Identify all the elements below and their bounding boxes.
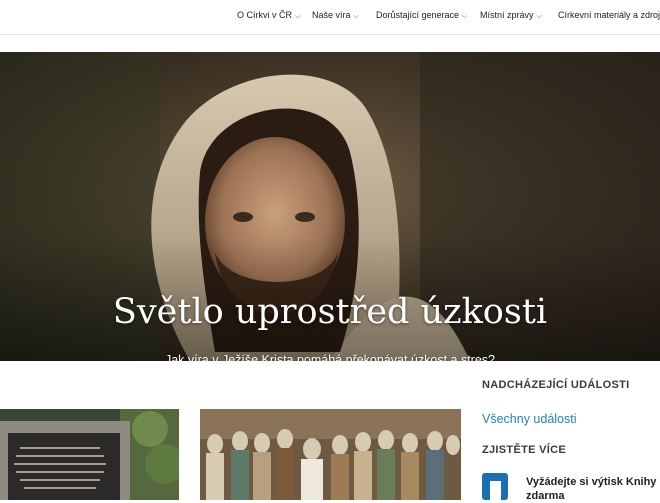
chevron-down-icon: ⌵ [536, 13, 542, 20]
nav-item-nase-vira[interactable]: Naše víra ⌵ [312, 10, 359, 21]
all-events-link[interactable]: Všechny události [482, 412, 577, 426]
nav-item-mistni-zpravy[interactable]: Místní zprávy ⌵ [480, 10, 542, 21]
chevron-down-icon: ⌵ [295, 13, 301, 20]
article-card-apostles[interactable] [200, 409, 461, 500]
nav-label: Místní zprávy [480, 10, 534, 20]
promo-line-2: zdarma [526, 490, 565, 502]
upcoming-events-heading: NADCHÁZEJÍCÍ UDÁLOSTI [482, 379, 630, 391]
book-promo-link[interactable]: Vyžádejte si výtisk Knihy M zdarma [526, 475, 660, 503]
article-card-plaque[interactable] [0, 409, 179, 500]
learn-more-heading: ZJISTĚTE VÍCE [482, 444, 566, 456]
nav-item-dorustajici-generace[interactable]: Dorůstající generace ⌵ [376, 10, 467, 21]
book-icon-inner [490, 481, 501, 500]
nav-label: O Církvi v ČR [237, 10, 292, 20]
promo-line-1: Vyžádejte si výtisk Knihy M [526, 476, 660, 488]
nav-item-o-cirkvi[interactable]: O Církvi v ČR ⌵ [237, 10, 300, 21]
nav-label: Naše víra [312, 10, 351, 20]
chevron-down-icon: ⌵ [462, 13, 468, 20]
nav-label: Církevní materiály a zdroje [558, 10, 660, 20]
book-icon[interactable] [482, 473, 508, 500]
hero-subtitle: Jak víra v Ježíše Krista pomáhá překonáv… [164, 353, 495, 361]
nav-item-cirkevni-materialy[interactable]: Církevní materiály a zdroje⌵ [558, 10, 660, 21]
hero-banner[interactable]: Světlo uprostřed úzkosti Jak víra v Ježí… [0, 52, 660, 361]
nav-label: Dorůstající generace [376, 10, 460, 20]
hero-title: Světlo uprostřed úzkosti [112, 292, 548, 332]
top-navigation: O Církvi v ČR ⌵ Naše víra ⌵ Dorůstající ge… [0, 0, 660, 35]
apostles-image [200, 409, 461, 500]
plaque-image [0, 409, 179, 500]
chevron-down-icon: ⌵ [353, 13, 359, 20]
